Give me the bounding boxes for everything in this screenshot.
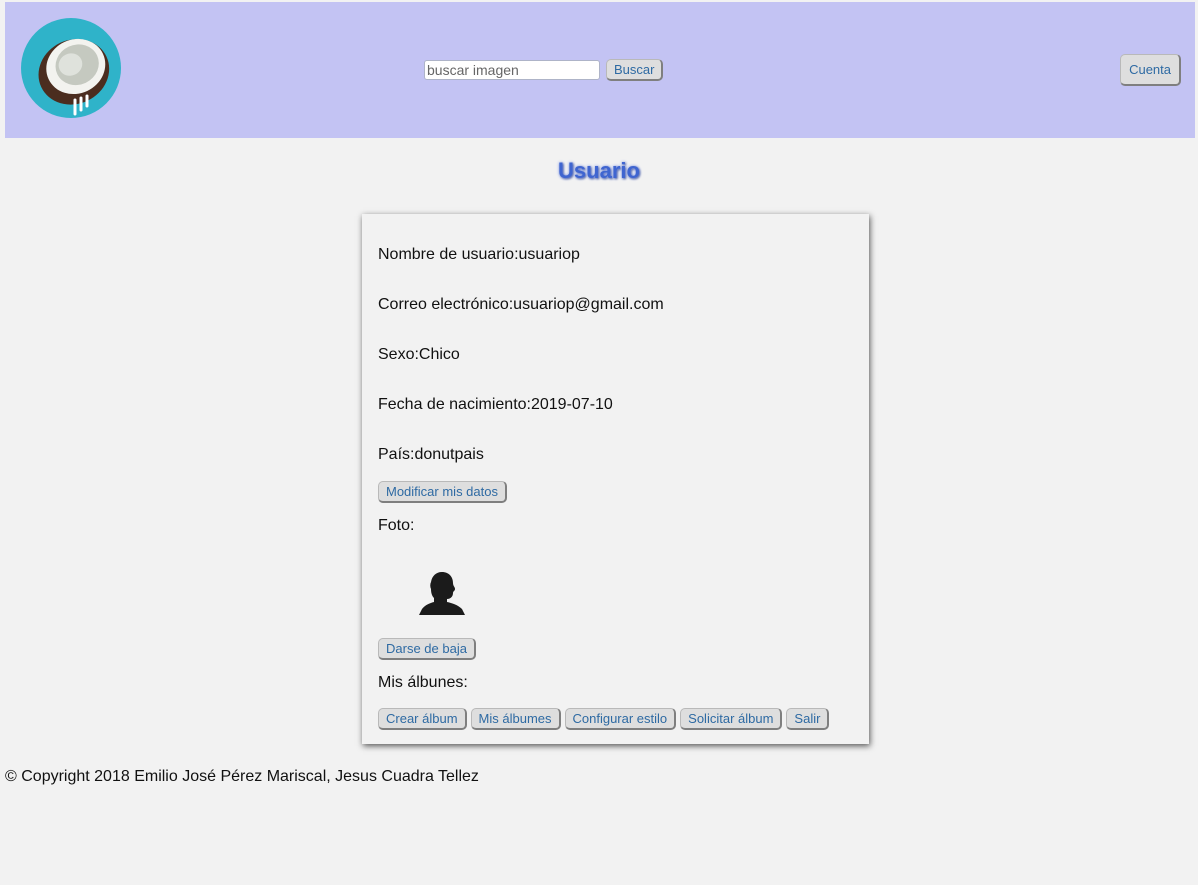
page-title: Usuario: [558, 158, 640, 183]
country-field: País:donutpais: [378, 446, 484, 463]
coconut-logo-icon[interactable]: [21, 18, 121, 118]
configure-style-button[interactable]: Configurar estilo: [564, 708, 677, 730]
account-button[interactable]: Cuenta: [1120, 54, 1181, 86]
email-field: Correo electrónico:usuariop@gmail.com: [378, 296, 664, 313]
search-input[interactable]: [424, 60, 600, 80]
unsubscribe-button[interactable]: Darse de baja: [378, 638, 476, 660]
copyright-footer: © Copyright 2018 Emilio José Pérez Maris…: [5, 768, 479, 785]
album-actions: Crear álbum Mis álbumes Configurar estil…: [378, 708, 830, 730]
site-header: Buscar Cuenta: [5, 2, 1195, 138]
my-albums-button[interactable]: Mis álbumes: [470, 708, 561, 730]
photo-label: Foto:: [378, 517, 415, 534]
user-silhouette-icon: [419, 572, 465, 615]
create-album-button[interactable]: Crear álbum: [378, 708, 467, 730]
request-album-button[interactable]: Solicitar álbum: [680, 708, 783, 730]
albums-label: Mis álbunes:: [378, 674, 468, 691]
edit-profile-button[interactable]: Modificar mis datos: [378, 481, 507, 503]
profile-card: Nombre de usuario:usuariop Correo electr…: [362, 214, 869, 744]
sex-field: Sexo:Chico: [378, 346, 460, 363]
logout-button[interactable]: Salir: [786, 708, 830, 730]
birthdate-field: Fecha de nacimiento:2019-07-10: [378, 396, 613, 413]
search-button[interactable]: Buscar: [606, 59, 664, 81]
username-field: Nombre de usuario:usuariop: [378, 246, 580, 263]
search-bar: Buscar: [424, 59, 664, 81]
